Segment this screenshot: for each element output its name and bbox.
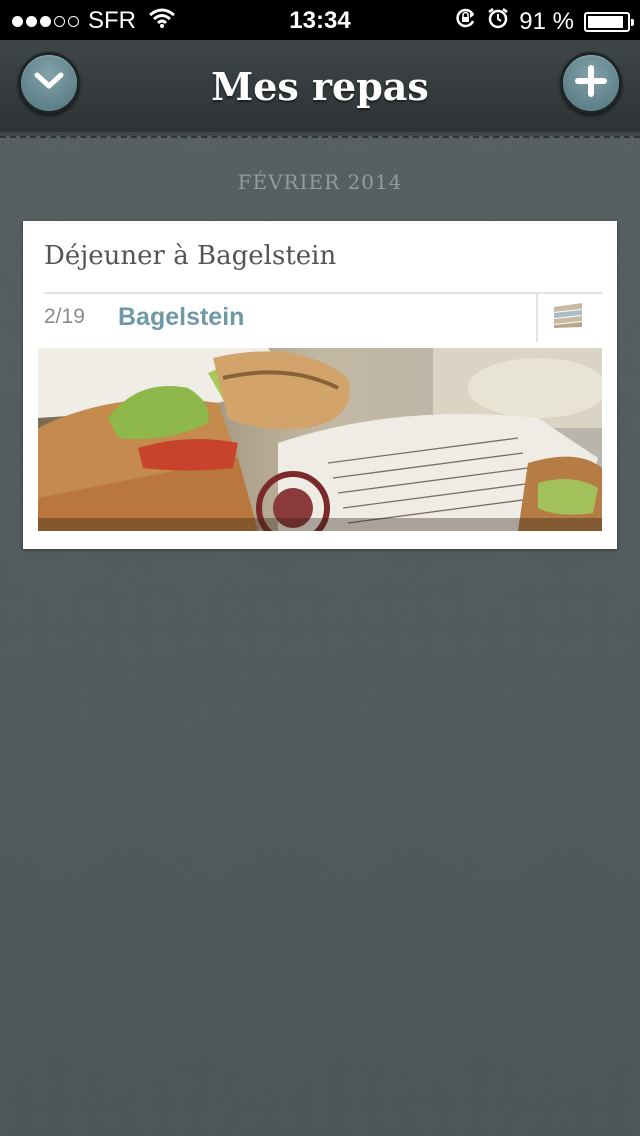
meal-date: 2/19	[44, 305, 85, 328]
sandwich-photo[interactable]	[38, 348, 602, 531]
nav-bar: Mes repas	[0, 40, 640, 132]
card-vertical-divider	[536, 294, 538, 342]
meal-place[interactable]: Bagelstein	[118, 303, 244, 332]
rotation-lock-icon	[455, 7, 477, 36]
sandwich-icon	[553, 301, 583, 334]
add-meal-button[interactable]	[560, 52, 622, 114]
status-bar: SFR 13:34 91 %	[0, 0, 640, 40]
month-section-header: FÉVRIER 2014	[237, 170, 403, 194]
plus-icon	[574, 64, 608, 103]
meal-title: Déjeuner à Bagelstein	[44, 241, 337, 271]
nav-stitch-divider	[0, 136, 640, 138]
battery-icon	[584, 11, 634, 32]
meal-card[interactable]: Déjeuner à Bagelstein 2/19 Bagelstein	[23, 221, 617, 549]
alarm-icon	[487, 7, 509, 36]
page-title: Mes repas	[211, 64, 429, 109]
card-divider	[44, 292, 602, 294]
battery-percent: 91 %	[519, 7, 574, 35]
